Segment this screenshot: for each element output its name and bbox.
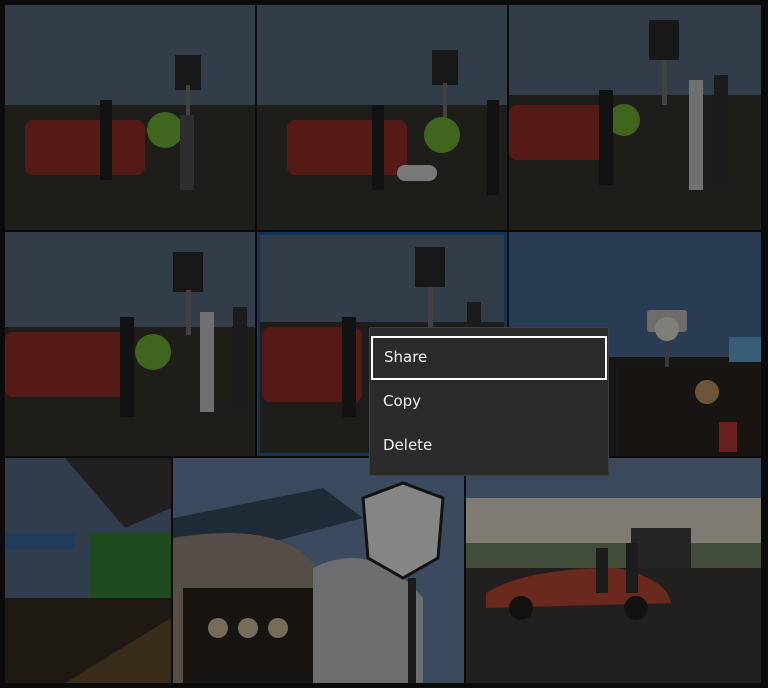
photo-1-image: [5, 5, 255, 230]
photo-tile-4[interactable]: [5, 232, 255, 456]
photo-8-image: [173, 458, 464, 683]
photo-tile-7[interactable]: [5, 458, 171, 683]
photo-tile-2[interactable]: [257, 5, 507, 230]
photo-7-image: [5, 458, 171, 683]
photo-9-image: [466, 458, 761, 683]
photo-tile-3[interactable]: [509, 5, 761, 230]
menu-item-copy[interactable]: Copy: [371, 380, 607, 424]
photo-3-image: [509, 5, 761, 230]
menu-item-share[interactable]: Share: [371, 336, 607, 380]
photo-tile-9[interactable]: [466, 458, 761, 683]
photo-2-image: [257, 5, 507, 230]
context-menu: Share Copy Delete: [369, 327, 609, 476]
photo-4-image: [5, 232, 255, 456]
menu-item-delete[interactable]: Delete: [371, 424, 607, 468]
photo-tile-1[interactable]: [5, 5, 255, 230]
photo-tile-8[interactable]: [173, 458, 464, 683]
